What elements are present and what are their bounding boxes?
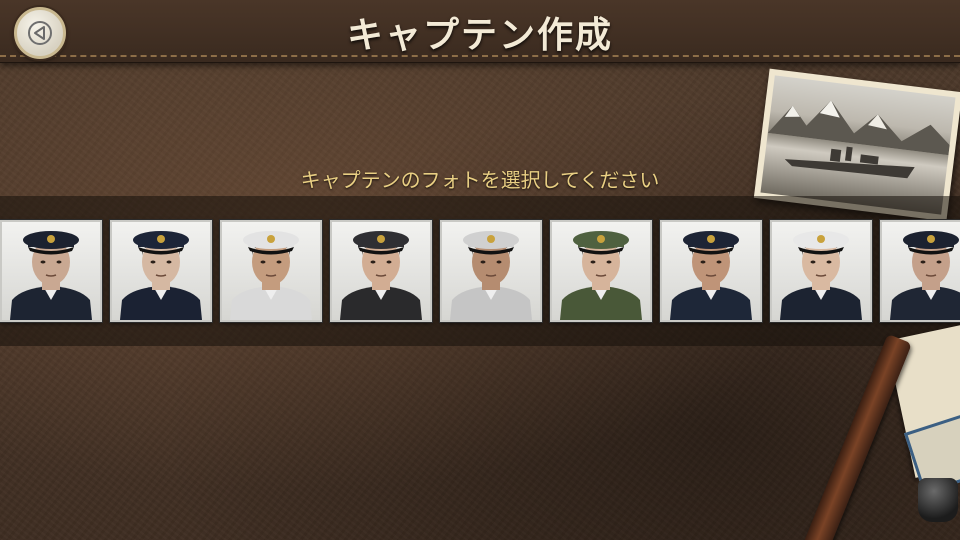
captain-portrait-image [560, 231, 642, 320]
page-title: キャプテン作成 [346, 15, 613, 56]
captain-portrait-image [10, 231, 92, 320]
battleship-photo-image [760, 75, 956, 215]
fountain-pen-decoration [797, 333, 913, 540]
captain-portrait-image [890, 231, 960, 320]
captain-portrait[interactable] [330, 220, 432, 322]
captain-portrait-image [670, 231, 752, 320]
captain-portrait-image [340, 231, 422, 320]
captain-portrait[interactable] [220, 220, 322, 322]
select-photo-prompt: キャプテンのフォトを選択してください [300, 168, 660, 192]
captain-portrait-image [450, 231, 532, 320]
captain-portrait[interactable] [880, 220, 960, 322]
captain-portrait[interactable] [0, 220, 102, 322]
captain-portrait[interactable] [440, 220, 542, 322]
captain-portrait-image [780, 231, 862, 320]
inkwell-decoration [918, 478, 958, 522]
captain-portrait[interactable] [110, 220, 212, 322]
captain-creation-screen: キャプテン作成 キャプテンのフォトを選択してください [0, 0, 960, 540]
captain-portrait[interactable] [770, 220, 872, 322]
captain-portrait[interactable] [660, 220, 762, 322]
captain-portrait[interactable] [550, 220, 652, 322]
captain-portrait-image [230, 231, 312, 320]
header-bar: キャプテン作成 [0, 0, 960, 63]
captain-portrait-image [120, 231, 202, 320]
